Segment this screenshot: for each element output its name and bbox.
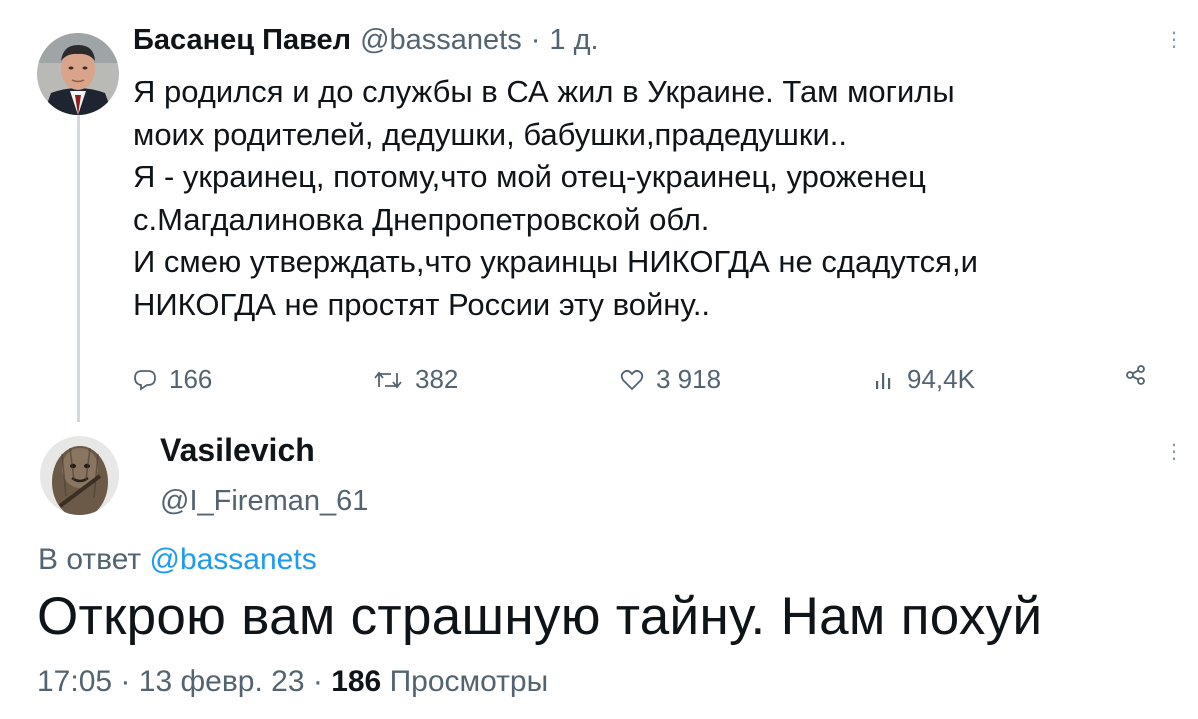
thread-connector-line <box>77 112 80 422</box>
tweet-date[interactable]: 13 февр. 23 <box>139 665 305 698</box>
reply-more-icon[interactable]: ⋮ <box>1164 442 1184 462</box>
footer-separator: · <box>120 665 131 698</box>
more-icon[interactable]: ⋮ <box>1164 30 1184 50</box>
tweet-line: И смею утверждать,что украинцы НИКОГДА н… <box>133 244 978 279</box>
views-count: 94,4K <box>907 364 975 394</box>
footer-separator: · <box>312 665 323 698</box>
tweet-actions-bar: 166 382 3 918 94,4K <box>133 364 1153 398</box>
tweet-line: НИКОГДА не простят России эту войну.. <box>133 286 711 322</box>
meta-separator: · <box>530 24 541 56</box>
tweet-views-count: 186 <box>331 665 382 698</box>
tweet-time-ago[interactable]: 1 д. <box>549 24 598 57</box>
share-icon <box>1126 365 1145 385</box>
like-icon <box>620 369 644 390</box>
tweet-body: Я родился и до службы в СА жил в Украине… <box>133 71 1173 326</box>
reply-author-name[interactable]: Vasilevich <box>160 432 315 469</box>
share-button[interactable] <box>1125 364 1147 386</box>
author-avatar[interactable] <box>37 33 119 115</box>
retweet-button[interactable]: 382 <box>373 364 458 395</box>
in-reply-to: В ответ @bassanets <box>38 543 317 577</box>
tweet-footer: 17:05 · 13 февр. 23 · 186 Просмотры <box>37 665 548 699</box>
tweet-line: с.Магдалиновка Днепропетровской обл. <box>133 201 710 237</box>
retweet-icon <box>374 371 402 388</box>
retweet-count: 382 <box>415 364 459 394</box>
views-button[interactable]: 94,4K <box>873 364 975 395</box>
tweet-line: Я родился и до службы в СА жил в Украине… <box>133 74 955 109</box>
author-name[interactable]: Басанец Павел <box>133 24 351 57</box>
tweet-header: Басанец Павел @bassanets · 1 д. <box>133 24 599 57</box>
reply-author-handle[interactable]: @I_Fireman_61 <box>160 485 368 518</box>
tweet-line: моих родителей, дедушки, бабушки,прадеду… <box>133 116 848 152</box>
tweet-views-label: Просмотры <box>389 665 549 698</box>
reply-button[interactable]: 166 <box>133 364 212 395</box>
like-button[interactable]: 3 918 <box>620 364 721 395</box>
views-icon <box>876 372 891 389</box>
in-reply-handle-link[interactable]: @bassanets <box>149 543 316 576</box>
reply-icon <box>134 369 156 391</box>
in-reply-prefix: В ответ <box>38 543 142 576</box>
reply-tweet-text: Открою вам страшную тайну. Нам похуй <box>37 587 1043 646</box>
tweet-time[interactable]: 17:05 <box>37 665 112 698</box>
like-count: 3 918 <box>656 364 722 394</box>
author-handle[interactable]: @bassanets <box>360 24 522 57</box>
reply-author-avatar[interactable] <box>40 436 119 515</box>
reply-count: 166 <box>169 364 213 394</box>
tweet-line: Я - украинец, потому,что мой отец-украин… <box>133 159 926 194</box>
